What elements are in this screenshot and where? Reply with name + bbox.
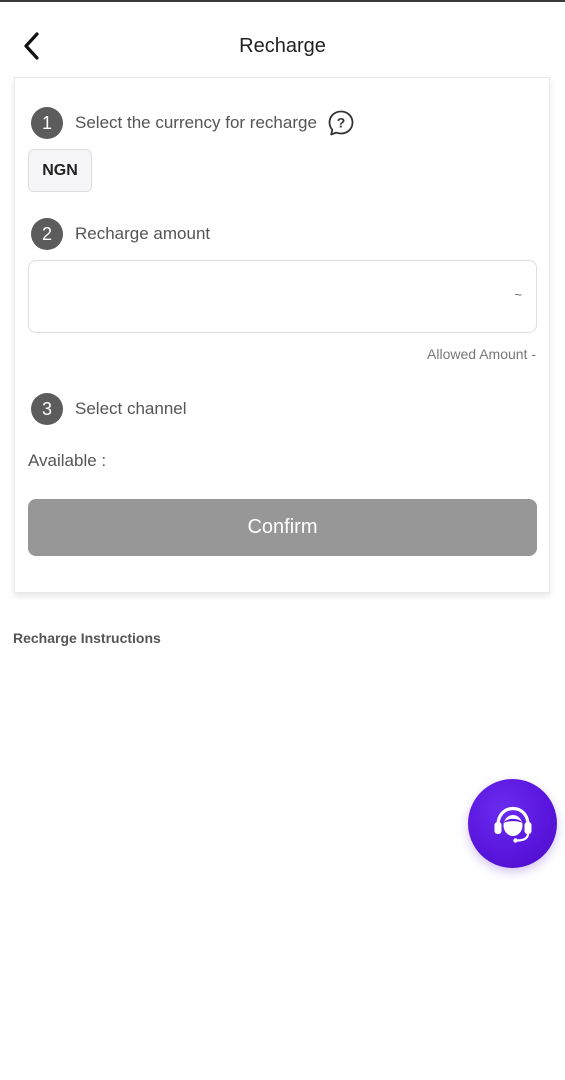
step-label-channel: Select channel bbox=[75, 399, 187, 418]
step-channel: 3 Select channel bbox=[31, 393, 187, 425]
customer-service-headset-icon bbox=[494, 806, 531, 843]
customer-support-button[interactable] bbox=[468, 779, 557, 868]
step-label-currency: Select the currency for recharge bbox=[75, 113, 317, 132]
currency-option-ngn[interactable]: NGN bbox=[28, 149, 92, 192]
recharge-amount-input[interactable] bbox=[41, 261, 505, 334]
confirm-button[interactable]: Confirm bbox=[28, 499, 537, 556]
step-number-badge: 2 bbox=[31, 218, 63, 250]
amount-range-separator: ~ bbox=[514, 287, 522, 302]
allowed-amount-label: Allowed Amount - bbox=[427, 346, 536, 362]
step-amount: 2 Recharge amount bbox=[31, 218, 210, 250]
recharge-form-card: 1 Select the currency for recharge ? NGN… bbox=[14, 77, 550, 593]
header: Recharge bbox=[0, 2, 565, 76]
help-question-icon[interactable]: ? bbox=[327, 109, 355, 137]
available-label: Available : bbox=[28, 451, 107, 470]
step-label-amount: Recharge amount bbox=[75, 224, 211, 243]
step-number-badge: 3 bbox=[31, 393, 63, 425]
svg-text:?: ? bbox=[337, 115, 346, 131]
step-currency: 1 Select the currency for recharge ? bbox=[31, 107, 355, 139]
recharge-instructions-title: Recharge Instructions bbox=[13, 630, 161, 646]
recharge-amount-field[interactable]: ~ bbox=[28, 260, 537, 334]
step-number-badge: 1 bbox=[31, 107, 63, 139]
page-title: Recharge bbox=[239, 35, 326, 57]
